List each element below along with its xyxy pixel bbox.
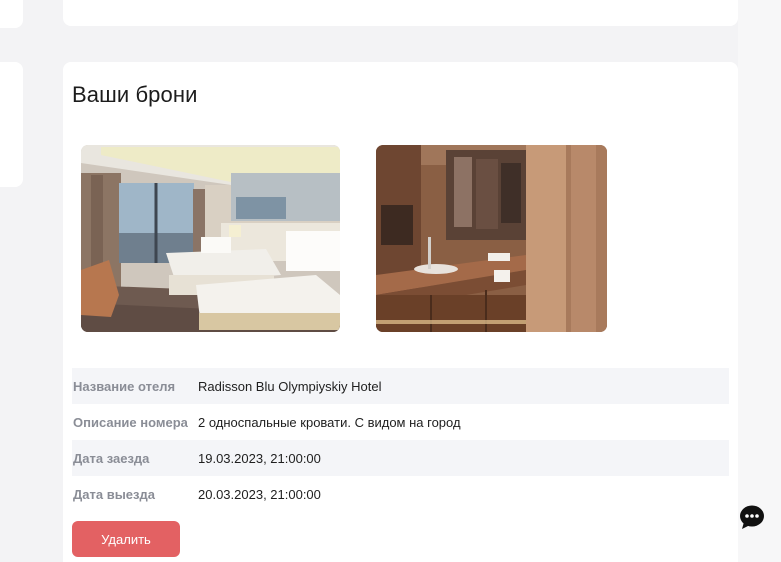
left-panel-card (0, 62, 23, 187)
delete-booking-button[interactable]: Удалить (72, 521, 180, 557)
table-row: Дата выезда 20.03.2023, 21:00:00 (72, 476, 729, 512)
chat-bubble-icon[interactable] (739, 504, 765, 530)
bedroom-image (81, 145, 340, 332)
left-panel-card (0, 0, 23, 28)
hotel-name-label: Название отеля (73, 378, 176, 394)
table-row: Название отеля Radisson Blu Olympiyskiy … (72, 368, 729, 404)
right-gutter (738, 0, 781, 562)
room-photo-bathroom[interactable] (376, 145, 607, 332)
bathroom-image (376, 145, 607, 332)
room-description-value: 2 односпальные кровати. С видом на город (198, 414, 461, 430)
check-out-label: Дата выезда (73, 486, 155, 502)
check-in-value: 19.03.2023, 21:00:00 (198, 450, 321, 466)
previous-section-card (63, 0, 738, 26)
table-row: Описание номера 2 односпальные кровати. … (72, 404, 729, 440)
page: Ваши брони Название отеля Radisson Blu O… (0, 0, 781, 562)
room-photo-bedroom[interactable] (81, 145, 340, 332)
table-row: Дата заезда 19.03.2023, 21:00:00 (72, 440, 729, 476)
section-title: Ваши брони (72, 82, 198, 107)
hotel-name-value: Radisson Blu Olympiyskiy Hotel (198, 378, 382, 394)
check-out-value: 20.03.2023, 21:00:00 (198, 486, 321, 502)
check-in-label: Дата заезда (73, 450, 150, 466)
room-description-label: Описание номера (73, 414, 188, 430)
booking-details-table: Название отеля Radisson Blu Olympiyskiy … (72, 368, 729, 512)
